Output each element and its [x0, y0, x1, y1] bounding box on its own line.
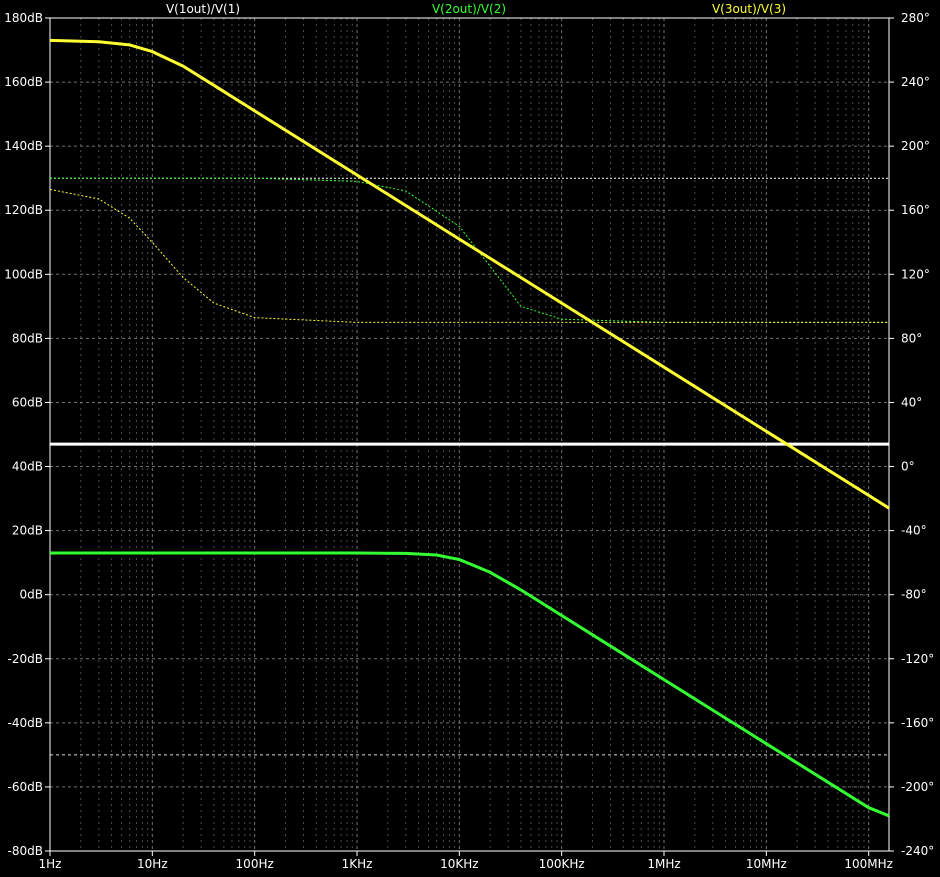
y-right-tick-label: 120° [901, 267, 930, 281]
y-left-tick-label: 0dB [20, 588, 43, 602]
x-tick-label: 100Hz [236, 857, 274, 871]
y-right-tick-label: 160° [901, 203, 930, 217]
x-tick-label: 100KHz [539, 857, 585, 871]
trace3-legend-label: V(3out)/V(3) [712, 2, 786, 16]
y-right-tick-label: -40° [901, 524, 927, 538]
y-left-tick-label: 160dB [4, 75, 43, 89]
bode-plot: 180dB 160dB 140dB 120dB 100dB 80dB 60dB 40dB 20d… [0, 0, 940, 877]
y-right-tick-label: -120° [901, 652, 934, 666]
y-left-tick-label: 20dB [12, 524, 43, 538]
y-left-tick-label: 40dB [12, 460, 43, 474]
y-left-tick-label: 60dB [12, 395, 43, 409]
x-tick-label: 1MHz [647, 857, 680, 871]
y-left-tick-label: -40dB [8, 716, 43, 730]
trace2-legend-label: V(2out)/V(2) [432, 2, 506, 16]
plot-background [0, 0, 940, 877]
y-right-tick-label: 200° [901, 139, 930, 153]
y-right-tick-label: -200° [901, 780, 934, 794]
x-tick-label: 1KHz [342, 857, 373, 871]
y-left-tick-label: -60dB [8, 780, 43, 794]
x-tick-label: 10KHz [440, 857, 478, 871]
y-left-tick-label: 120dB [4, 203, 43, 217]
y-right-tick-label: 0° [901, 460, 915, 474]
y-left-tick-label: 80dB [12, 331, 43, 345]
y-left-tick-label: 180dB [4, 11, 43, 25]
y-left-tick-label: 100dB [4, 267, 43, 281]
y-right-tick-label: 80° [901, 331, 922, 345]
y-right-tick-label: -160° [901, 716, 934, 730]
y-right-tick-label: 40° [901, 395, 922, 409]
y-left-tick-label: -80dB [8, 844, 43, 858]
x-tick-label: 10Hz [137, 857, 168, 871]
y-left-tick-label: -20dB [8, 652, 43, 666]
y-right-tick-label: -240° [901, 844, 934, 858]
y-right-tick-label: 280° [901, 11, 930, 25]
y-left-tick-label: 140dB [4, 139, 43, 153]
x-tick-label: 100MHz [844, 857, 893, 871]
x-tick-label: 10MHz [746, 857, 787, 871]
y-right-tick-label: -80° [901, 588, 927, 602]
trace1-legend-label: V(1out)/V(1) [166, 2, 240, 16]
y-right-tick-label: 240° [901, 75, 930, 89]
x-tick-label: 1Hz [39, 857, 62, 871]
